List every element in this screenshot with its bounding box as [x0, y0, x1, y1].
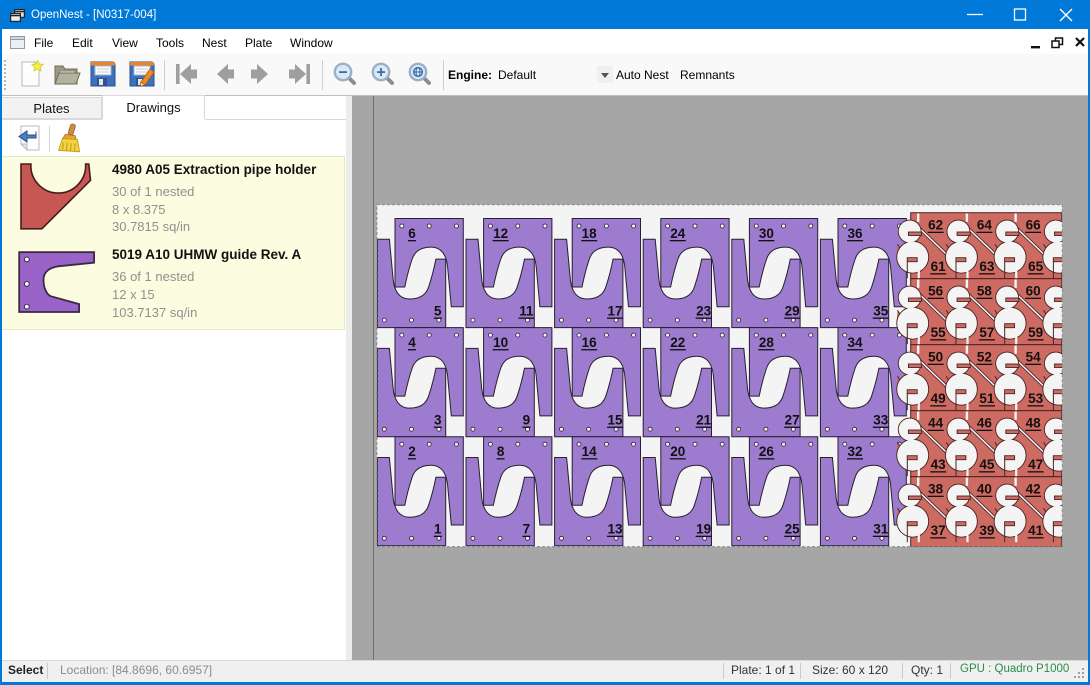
- svg-text:45: 45: [979, 457, 995, 472]
- svg-text:4: 4: [408, 335, 416, 350]
- svg-text:16: 16: [582, 335, 598, 350]
- svg-text:61: 61: [931, 259, 947, 274]
- svg-text:43: 43: [931, 457, 947, 472]
- svg-text:58: 58: [977, 284, 993, 299]
- svg-text:6: 6: [408, 226, 416, 241]
- svg-text:56: 56: [928, 284, 944, 299]
- svg-text:40: 40: [977, 482, 992, 497]
- svg-text:10: 10: [493, 335, 508, 350]
- svg-text:66: 66: [1026, 218, 1042, 233]
- svg-text:57: 57: [979, 325, 994, 340]
- svg-text:26: 26: [759, 444, 775, 459]
- svg-text:33: 33: [873, 413, 889, 428]
- svg-text:52: 52: [977, 350, 992, 365]
- svg-text:27: 27: [785, 413, 800, 428]
- svg-text:46: 46: [977, 416, 993, 431]
- svg-text:29: 29: [785, 304, 800, 319]
- svg-text:18: 18: [582, 226, 598, 241]
- svg-text:3: 3: [434, 413, 442, 428]
- svg-text:21: 21: [696, 413, 712, 428]
- svg-text:11: 11: [519, 304, 534, 319]
- svg-text:37: 37: [931, 523, 946, 538]
- svg-text:5: 5: [434, 304, 442, 319]
- svg-text:24: 24: [670, 226, 686, 241]
- svg-text:32: 32: [847, 444, 862, 459]
- svg-text:62: 62: [928, 218, 943, 233]
- svg-text:47: 47: [1028, 457, 1043, 472]
- svg-text:64: 64: [977, 218, 993, 233]
- svg-text:53: 53: [1028, 391, 1044, 406]
- svg-text:54: 54: [1026, 350, 1042, 365]
- svg-text:39: 39: [979, 523, 994, 538]
- svg-text:34: 34: [847, 335, 863, 350]
- svg-text:35: 35: [873, 304, 889, 319]
- svg-text:42: 42: [1026, 482, 1041, 497]
- svg-text:15: 15: [607, 413, 623, 428]
- svg-text:14: 14: [582, 444, 598, 459]
- svg-text:13: 13: [607, 522, 623, 537]
- svg-text:63: 63: [979, 259, 995, 274]
- svg-text:36: 36: [847, 226, 863, 241]
- svg-text:51: 51: [979, 391, 995, 406]
- svg-text:31: 31: [873, 522, 889, 537]
- svg-text:60: 60: [1026, 284, 1041, 299]
- svg-text:65: 65: [1028, 259, 1044, 274]
- svg-text:12: 12: [493, 226, 508, 241]
- svg-text:1: 1: [434, 522, 442, 537]
- svg-text:28: 28: [759, 335, 775, 350]
- svg-text:38: 38: [928, 482, 944, 497]
- svg-text:17: 17: [607, 304, 622, 319]
- svg-text:44: 44: [928, 416, 944, 431]
- svg-text:20: 20: [670, 444, 685, 459]
- svg-text:30: 30: [759, 226, 774, 241]
- svg-text:49: 49: [931, 391, 946, 406]
- svg-text:55: 55: [931, 325, 947, 340]
- svg-text:8: 8: [497, 444, 505, 459]
- svg-text:50: 50: [928, 350, 943, 365]
- svg-text:19: 19: [696, 522, 711, 537]
- svg-text:9: 9: [523, 413, 531, 428]
- svg-text:59: 59: [1028, 325, 1043, 340]
- svg-text:2: 2: [408, 444, 416, 459]
- svg-text:23: 23: [696, 304, 712, 319]
- svg-text:48: 48: [1026, 416, 1042, 431]
- svg-text:7: 7: [523, 522, 531, 537]
- svg-text:22: 22: [670, 335, 685, 350]
- svg-text:41: 41: [1028, 523, 1044, 538]
- svg-text:25: 25: [785, 522, 801, 537]
